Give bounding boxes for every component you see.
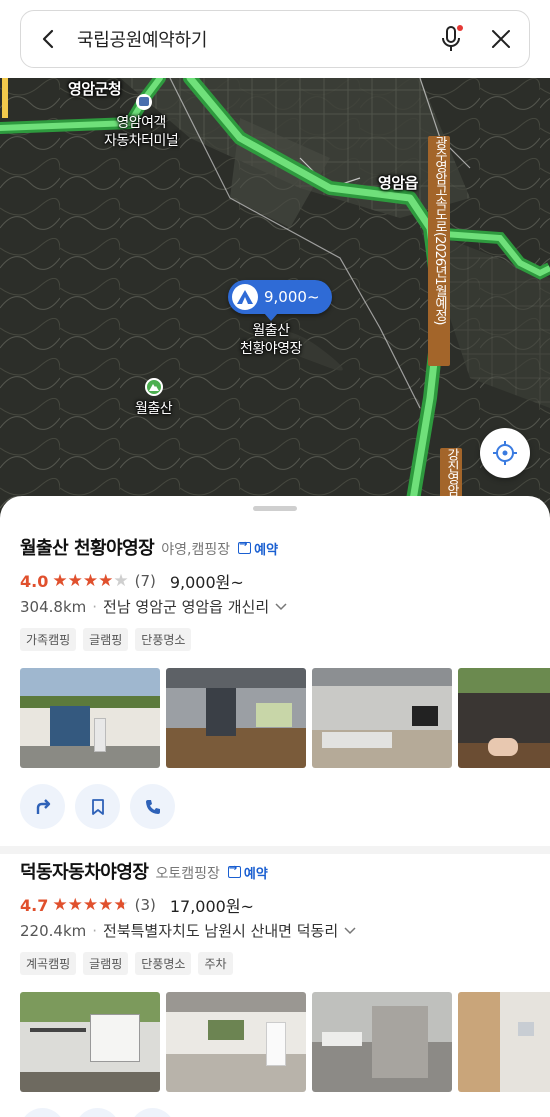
review-count[interactable]: (3) — [135, 896, 156, 914]
crosshair-icon — [493, 441, 517, 465]
photo-thumbnail[interactable] — [312, 992, 452, 1092]
directions-icon — [36, 798, 50, 814]
price: 9,000원~ — [169, 573, 244, 592]
current-location-button[interactable] — [480, 428, 530, 478]
tag: 글램핑 — [83, 952, 129, 975]
photo-strip[interactable] — [20, 992, 550, 1092]
call-button[interactable] — [130, 1108, 175, 1117]
review-count[interactable]: (7) — [135, 572, 156, 590]
place-category: 야영,캠핑장 — [161, 542, 231, 558]
action-buttons — [20, 784, 185, 829]
tag-list: 가족캠핑 글램핑 단풍명소 — [20, 628, 198, 651]
photo-thumbnail[interactable] — [166, 668, 306, 768]
rating-stars: ★ ★ ★ ★ ★ — [52, 570, 129, 591]
star-icon: ★ — [98, 570, 114, 591]
bookmark-icon — [91, 798, 104, 815]
results-sheet[interactable]: 월출산 천황야영장 야영,캠핑장 예약 4.0 ★ ★ ★ ★ ★ (7) 9,… — [0, 496, 550, 1117]
rating-score: 4.0 — [20, 571, 49, 591]
photo-strip[interactable] — [20, 668, 550, 768]
address[interactable]: 전북특별자치도 남원시 산내면 덕동리 — [103, 920, 338, 941]
reserve-label: 예약 — [254, 542, 279, 558]
star-icon: ★ — [113, 570, 129, 591]
separator: · — [92, 597, 98, 616]
action-buttons — [20, 1108, 185, 1117]
save-button[interactable] — [75, 1108, 120, 1117]
map-label-county-office: 영암군청 — [68, 80, 122, 98]
map-label-mountain: 월출산 — [135, 401, 173, 417]
mountain-icon[interactable] — [145, 378, 163, 396]
search-header: 국립공원예약하기 — [0, 0, 550, 78]
photo-thumbnail[interactable] — [312, 668, 452, 768]
price: 17,000원~ — [169, 897, 254, 916]
place-name[interactable]: 덕동자동차야영장 — [20, 858, 149, 884]
map-view[interactable]: 영암군청 영암여객 자동차터미널 영암읍 광주영암고속도로(2026년1월예정)… — [0, 78, 550, 518]
reserve-icon — [227, 863, 241, 878]
star-icon: ★ — [67, 894, 83, 915]
phone-icon — [145, 799, 160, 814]
tag: 단풍명소 — [135, 952, 192, 975]
directions-button[interactable] — [20, 1108, 65, 1117]
campsite-price-pin[interactable]: 9,000~ — [228, 280, 332, 321]
tag: 단풍명소 — [135, 628, 192, 651]
star-icon: ★ — [52, 570, 68, 591]
distance: 220.4km — [20, 921, 87, 940]
reserve-icon — [238, 539, 252, 554]
pin-price: 9,000~ — [264, 288, 320, 306]
tag: 계곡캠핑 — [20, 952, 77, 975]
place-name[interactable]: 월출산 천황야영장 — [20, 534, 155, 560]
sheet-drag-handle[interactable] — [253, 506, 297, 511]
map-label-terminal: 영암여객 자동차터미널 — [104, 115, 179, 149]
place-category: 오토캠핑장 — [155, 866, 220, 882]
map-label-town: 영암읍 — [378, 174, 418, 192]
separator: · — [92, 921, 98, 940]
map-label-campsite: 월출산 천황야영장 — [240, 323, 302, 357]
star-icon: ★ — [82, 894, 99, 915]
reserve-badge[interactable]: 예약 — [238, 539, 278, 558]
star-icon: ★ — [67, 570, 83, 591]
photo-thumbnail[interactable] — [20, 668, 160, 768]
star-icon: ★ — [82, 570, 99, 591]
chevron-down-icon[interactable] — [275, 600, 287, 614]
chevron-down-icon[interactable] — [344, 924, 356, 938]
search-bar[interactable]: 국립공원예약하기 — [20, 10, 530, 68]
microphone-icon[interactable] — [429, 11, 473, 67]
photo-thumbnail[interactable] — [20, 992, 160, 1092]
tag: 글램핑 — [83, 628, 129, 651]
search-query[interactable]: 국립공원예약하기 — [77, 26, 429, 52]
divider — [0, 846, 550, 854]
reserve-label: 예약 — [243, 866, 268, 882]
tag: 주차 — [198, 952, 233, 975]
app-screen: 국립공원예약하기 영암군청 영암여객 자동차터미널 영암읍 광주영암고속도로(2… — [0, 0, 550, 1117]
map-label-highway: 광주영암고속도로(2026년1월예정) — [428, 136, 450, 366]
address[interactable]: 전남 영암군 영암읍 개신리 — [103, 596, 269, 617]
photo-thumbnail[interactable] — [458, 668, 550, 768]
reserve-badge[interactable]: 예약 — [227, 863, 268, 882]
notification-dot — [457, 25, 463, 31]
photo-thumbnail[interactable] — [458, 992, 550, 1092]
tag: 가족캠핑 — [20, 628, 77, 651]
distance: 304.8km — [20, 597, 87, 616]
directions-button[interactable] — [20, 784, 65, 829]
star-icon: ★ — [113, 894, 129, 915]
close-icon[interactable] — [473, 11, 529, 67]
rating-score: 4.7 — [20, 895, 49, 915]
star-icon: ★ — [52, 894, 68, 915]
save-button[interactable] — [75, 784, 120, 829]
tent-icon — [232, 284, 258, 310]
tag-list: 계곡캠핑 글램핑 단풍명소 주차 — [20, 952, 240, 975]
call-button[interactable] — [130, 784, 175, 829]
back-icon[interactable] — [21, 11, 77, 67]
star-icon: ★ — [98, 894, 114, 915]
photo-thumbnail[interactable] — [166, 992, 306, 1092]
rating-stars: ★ ★ ★ ★ ★ — [52, 894, 129, 915]
